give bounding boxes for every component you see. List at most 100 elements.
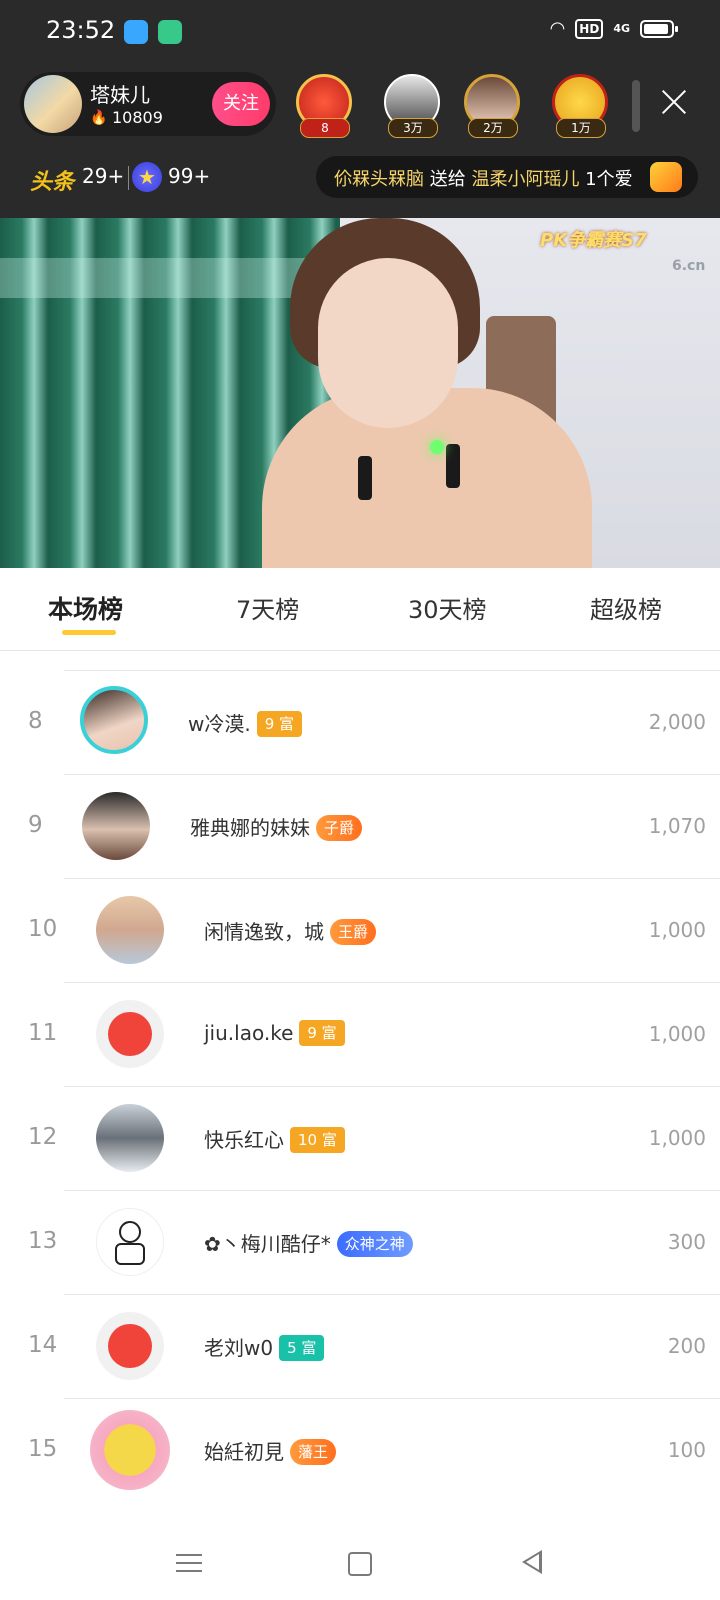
app-notification-icon	[124, 20, 148, 44]
user-name[interactable]: w冷漠. 9 富	[188, 708, 303, 737]
user-name[interactable]: 雅典娜的妹妹 子爵	[190, 812, 363, 841]
list-item[interactable]: 13 ✿丶梅川酷仔* 众神之神 300	[0, 1190, 720, 1294]
wealth-level-badge: 9 富	[256, 711, 303, 737]
streamer-face	[318, 258, 458, 428]
default-avatar-icon[interactable]	[96, 1000, 164, 1068]
contribution-amount: 1,000	[648, 1022, 706, 1046]
avatar[interactable]	[82, 792, 150, 860]
rank-number: 14	[28, 1332, 58, 1358]
user-name[interactable]: 闲情逸致，城 王爵	[204, 916, 377, 945]
menu-icon[interactable]	[176, 1554, 202, 1572]
follow-button[interactable]: 关注	[212, 82, 270, 126]
rank-number: 9	[28, 812, 43, 838]
active-tab-indicator	[62, 630, 116, 635]
toutiao-count: 29+	[82, 164, 125, 188]
list-item[interactable]: 12 快乐红心 10 富 1,000	[0, 1086, 720, 1190]
status-bar: 23:52 ◠ HD 4G	[0, 0, 720, 62]
tab-30-days[interactable]: 30天榜	[408, 590, 487, 625]
user-name[interactable]: 始紝初見 藩王	[204, 1436, 337, 1465]
viewer-avatar-4[interactable]: 1万	[548, 72, 612, 138]
mic-left	[358, 456, 372, 500]
contribution-amount: 200	[667, 1334, 706, 1358]
star-icon[interactable]: ★	[132, 162, 162, 192]
viewer-avatar-2[interactable]: 3万	[380, 72, 444, 138]
viewer-badge: 8	[300, 118, 350, 138]
default-avatar-icon[interactable]	[96, 1312, 164, 1380]
ranking-tabs: 本场榜 7天榜 30天榜 超级榜	[0, 568, 720, 651]
signal-icon: 4G	[613, 22, 630, 35]
rank-title-badge: 众神之神	[336, 1231, 413, 1257]
rank-number: 13	[28, 1228, 58, 1254]
list-item[interactable]: 15 始紝初見 藩王 100	[0, 1398, 720, 1502]
user-name[interactable]: 快乐红心 10 富	[204, 1124, 345, 1153]
wealth-level-badge: 5 富	[279, 1335, 325, 1361]
tab-this-session[interactable]: 本场榜	[48, 590, 123, 626]
pk-logo: PK争霸赛S7	[540, 230, 647, 251]
gift-verb: 送给	[424, 169, 472, 190]
avatar[interactable]	[90, 1410, 170, 1490]
user-name[interactable]: jiu.lao.ke 9 富	[204, 1020, 345, 1046]
gift-message-banner[interactable]: 伱槑头槑脑 送给 温柔小阿瑶儿 1个爱	[316, 156, 698, 198]
avatar[interactable]	[96, 896, 164, 964]
close-icon[interactable]	[656, 84, 692, 120]
status-time: 23:52	[46, 16, 116, 44]
ranking-list[interactable]: 8 w冷漠. 9 富 2,000 9 雅典娜的妹妹 子爵 1,070 10 闲情逸致…	[0, 650, 720, 1520]
tab-7-days[interactable]: 7天榜	[236, 590, 299, 625]
viewer-badge: 2万	[468, 118, 518, 138]
host-card[interactable]: 塔妹儿 🔥 10809 关注	[20, 72, 276, 136]
list-item[interactable]: 14 老刘w0 5 富 200	[0, 1294, 720, 1398]
app-notification-icon-2	[158, 20, 182, 44]
contribution-amount: 100	[667, 1438, 706, 1462]
list-item[interactable]: 9 雅典娜的妹妹 子爵 1,070	[0, 774, 720, 878]
rank-title-badge: 子爵	[316, 815, 363, 841]
fire-icon: 🔥	[90, 110, 108, 126]
avatar[interactable]	[80, 686, 148, 754]
system-nav-bar	[0, 1520, 720, 1600]
rank-title-badge: 藩王	[290, 1439, 337, 1465]
toutiao-icon[interactable]: 头条	[30, 164, 74, 196]
star-count: 99+	[168, 164, 211, 188]
user-name[interactable]: ✿丶梅川酷仔* 众神之神	[204, 1228, 413, 1257]
gift-message-text: 伱槑头槑脑 送给 温柔小阿瑶儿 1个爱	[334, 165, 633, 191]
list-item[interactable]: 11 jiu.lao.ke 9 富 1,000	[0, 982, 720, 1086]
battery-icon	[640, 19, 678, 38]
heart-gift-icon	[650, 162, 682, 192]
watermark: 6.cn	[672, 258, 706, 274]
gift-sender: 伱槑头槑脑	[334, 169, 424, 190]
contribution-amount: 1,000	[648, 1126, 706, 1150]
home-icon[interactable]	[348, 1552, 372, 1576]
wifi-icon: ◠	[549, 18, 566, 39]
viewer-avatar-partial[interactable]	[632, 80, 640, 132]
host-name: 塔妹儿	[90, 83, 150, 107]
host-avatar[interactable]	[24, 75, 82, 133]
list-item[interactable]: 8 w冷漠. 9 富 2,000	[0, 670, 720, 774]
divider	[128, 166, 129, 190]
gift-item: 1个爱	[579, 169, 633, 190]
rank-number: 15	[28, 1436, 58, 1462]
rank-title-badge: 王爵	[330, 919, 377, 945]
viewer-avatar-3[interactable]: 2万	[460, 72, 524, 138]
wealth-level-badge: 10 富	[290, 1127, 345, 1153]
contribution-amount: 300	[667, 1230, 706, 1254]
wealth-level-badge: 9 富	[299, 1020, 345, 1046]
contribution-amount: 1,070	[648, 814, 706, 838]
host-heat: 10809	[112, 108, 163, 127]
viewer-badge: 1万	[556, 118, 606, 138]
viewer-badge: 3万	[388, 118, 438, 138]
hd-icon: HD	[575, 18, 604, 39]
avatar[interactable]	[96, 1104, 164, 1172]
live-header: 23:52 ◠ HD 4G 塔妹儿 🔥 10809 关注 8 3万 2万 1万 …	[0, 0, 720, 218]
gift-receiver: 温柔小阿瑶儿	[471, 169, 580, 190]
mic-light	[430, 440, 444, 454]
list-item[interactable]: 10 闲情逸致，城 王爵 1,000	[0, 878, 720, 982]
avatar[interactable]	[96, 1208, 164, 1276]
tab-super[interactable]: 超级榜	[590, 590, 662, 625]
rank-number: 11	[28, 1020, 58, 1046]
live-video[interactable]: PK争霸赛S7 6.cn	[0, 218, 720, 568]
rank-number: 8	[28, 708, 43, 734]
mic-right	[446, 444, 460, 488]
contribution-amount: 1,000	[648, 918, 706, 942]
viewer-avatar-1[interactable]: 8	[292, 72, 356, 138]
user-name[interactable]: 老刘w0 5 富	[204, 1332, 325, 1361]
contribution-amount: 2,000	[648, 710, 706, 734]
